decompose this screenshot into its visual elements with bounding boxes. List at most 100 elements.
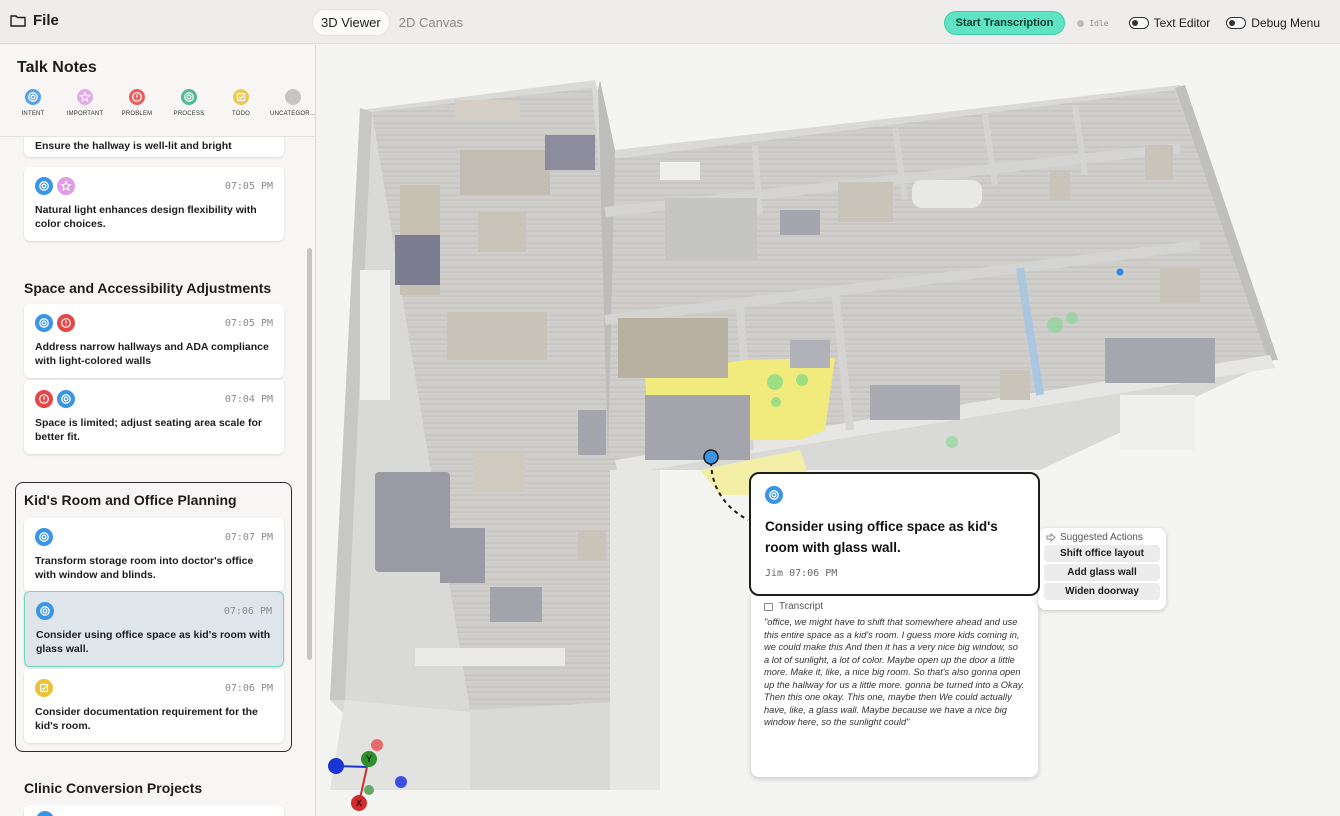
heat-spot	[1047, 317, 1063, 333]
checklist-icon	[35, 679, 53, 697]
view-tabs: 3D Viewer 2D Canvas	[313, 10, 471, 35]
coffee-table	[473, 452, 525, 492]
armchair	[440, 528, 485, 583]
axis-z-handle[interactable]	[328, 758, 344, 774]
category-important[interactable]: IMPORTANT	[59, 89, 111, 117]
category-label: UNCATEGOR…	[270, 111, 316, 117]
file-label: File	[33, 12, 59, 29]
axis-handle[interactable]	[364, 785, 374, 795]
category-problem[interactable]: PROBLEM	[111, 89, 163, 117]
start-transcription-button[interactable]: Start Transcription	[943, 11, 1066, 35]
note-card[interactable]: 07:05 PM Natural light enhances design f…	[24, 167, 284, 241]
bathtub	[912, 180, 982, 208]
nightstand	[1000, 370, 1030, 400]
sidebar-header: Talk Notes INTENT IMPORTANT PROBLEM PROC…	[0, 45, 316, 137]
transcript-label: Transcript	[779, 601, 824, 612]
bed	[618, 318, 728, 378]
star-icon	[57, 177, 75, 195]
target-icon	[35, 314, 53, 332]
circle-icon	[285, 89, 301, 105]
category-label: INTENT	[21, 111, 45, 117]
target-icon	[35, 528, 53, 546]
toggle-switch-icon	[1128, 17, 1149, 29]
widen-doorway-button[interactable]: Widen doorway	[1044, 583, 1160, 600]
sofa	[375, 472, 450, 572]
axis-handle[interactable]	[371, 739, 383, 751]
note-pin-marker[interactable]	[703, 449, 719, 465]
status-label: Idle	[1089, 18, 1109, 28]
target-icon	[36, 602, 54, 620]
suggested-actions-header: Suggested Actions	[1044, 532, 1160, 543]
debug-menu-toggle[interactable]: Debug Menu	[1226, 16, 1320, 30]
marker-dot	[1116, 268, 1124, 276]
sidebar-title: Talk Notes	[17, 59, 97, 76]
target-icon	[57, 390, 75, 408]
note-card[interactable]: 07:04 PM Space is limited; adjust seatin…	[24, 380, 284, 454]
text-editor-label: Text Editor	[1153, 16, 1211, 30]
transcript-panel: Transcript "office, we might have to shi…	[751, 594, 1038, 777]
heat-spot	[946, 436, 958, 448]
note-time: 07:05 PM	[224, 180, 273, 192]
side-table	[578, 530, 606, 560]
cabinet	[1050, 170, 1070, 200]
sofa	[645, 395, 750, 460]
note-time: 07:06 PM	[224, 682, 273, 694]
text-editor-toggle[interactable]: Text Editor	[1128, 16, 1211, 30]
note-text: Natural light enhances design flexibilit…	[35, 204, 257, 230]
furniture	[455, 100, 520, 120]
target-icon	[765, 486, 783, 504]
category-label: PROBLEM	[121, 111, 153, 117]
tab-2d-canvas[interactable]: 2D Canvas	[391, 10, 471, 35]
bed	[870, 385, 960, 420]
note-text: Consider documentation requirement for t…	[35, 706, 258, 732]
sidebar-scrollbar[interactable]	[307, 248, 312, 660]
window	[360, 270, 390, 400]
note-card[interactable]: 07:07 PM Transform storage room into doc…	[24, 518, 284, 592]
axis-handle[interactable]	[395, 776, 407, 788]
arrow-right-icon	[1046, 533, 1056, 542]
category-intent[interactable]: INTENT	[7, 89, 59, 117]
transcript-header: Transcript	[764, 601, 1025, 612]
desk	[838, 182, 893, 222]
axis-x-label: X	[356, 798, 362, 808]
alert-icon	[35, 390, 53, 408]
axis-y-label: Y	[366, 754, 372, 764]
shelving	[1145, 145, 1173, 180]
note-popup[interactable]: Consider using office space as kid's roo…	[749, 472, 1040, 596]
section-title: Space and Accessibility Adjustments	[24, 280, 272, 296]
category-filter-row: INTENT IMPORTANT PROBLEM PROCESS TODO UN…	[7, 89, 316, 117]
note-time: 07:07 PM	[224, 531, 273, 543]
bed	[1105, 338, 1215, 383]
dining-table	[447, 312, 547, 360]
note-time: 07:05 PM	[224, 317, 273, 329]
note-text: Consider using office space as kid's roo…	[36, 629, 271, 655]
category-process[interactable]: PROCESS	[163, 89, 215, 117]
window	[660, 162, 700, 180]
tab-3d-viewer[interactable]: 3D Viewer	[313, 10, 389, 35]
top-bar: File 3D Viewer 2D Canvas Start Transcrip…	[0, 0, 1340, 44]
top-right-controls: Start Transcription Idle Text Editor Deb…	[943, 11, 1320, 35]
transcript-icon	[764, 602, 773, 611]
category-todo[interactable]: TODO	[215, 89, 267, 117]
dresser	[1160, 268, 1200, 303]
toggle-switch-icon	[1226, 17, 1247, 29]
note-card[interactable]	[24, 805, 284, 816]
popup-note-text: Consider using office space as kid's roo…	[765, 519, 998, 555]
note-card[interactable]: 07:05 PM Address narrow hallways and ADA…	[24, 304, 284, 378]
category-uncategorized[interactable]: UNCATEGOR…	[267, 89, 316, 117]
target-icon	[35, 177, 53, 195]
section-title: Clinic Conversion Projects	[24, 780, 203, 796]
note-card-selected[interactable]: 07:06 PM Consider using office space as …	[24, 591, 284, 667]
alert-icon	[129, 89, 145, 105]
chair	[790, 340, 830, 368]
note-card[interactable]: 07:06 PM Consider documentation requirem…	[24, 669, 284, 743]
transcript-text: "office, we might have to shift that som…	[764, 617, 1025, 727]
window	[1120, 395, 1195, 450]
add-glass-wall-button[interactable]: Add glass wall	[1044, 564, 1160, 581]
armchair	[490, 587, 542, 622]
alert-icon	[57, 314, 75, 332]
window	[415, 648, 565, 666]
section-title: Kid's Room and Office Planning	[24, 492, 237, 508]
shift-office-layout-button[interactable]: Shift office layout	[1044, 545, 1160, 562]
file-menu-button[interactable]: File	[10, 12, 59, 29]
